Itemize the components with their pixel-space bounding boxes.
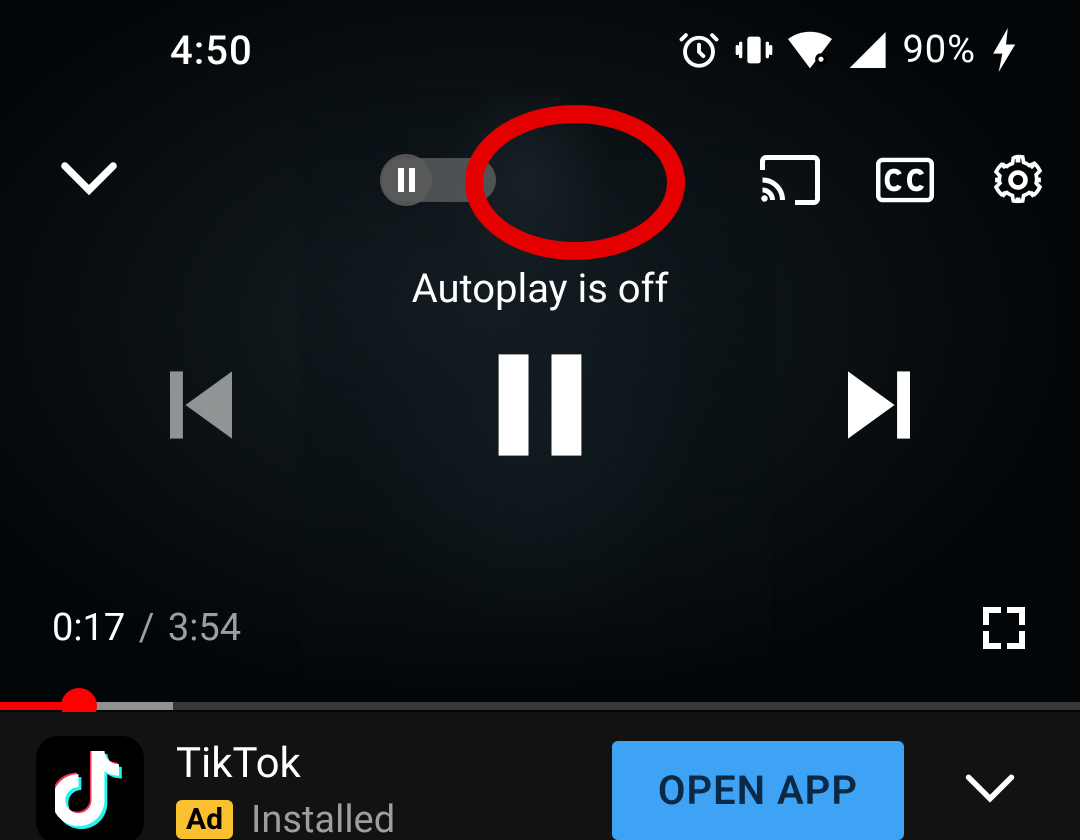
cell-signal-icon: [846, 32, 886, 68]
fullscreen-icon[interactable]: [980, 604, 1028, 652]
status-clock: 4:50: [170, 27, 253, 74]
status-icons: 90%: [678, 28, 1020, 72]
time-current: 0:17: [52, 606, 125, 650]
playback-time: 0:17 / 3:54: [52, 606, 241, 650]
open-app-button[interactable]: OPEN APP: [612, 741, 904, 840]
collapse-icon[interactable]: [60, 160, 118, 196]
battery-percentage: 90%: [902, 28, 976, 72]
time-total: 3:54: [168, 606, 241, 650]
autoplay-toggle-knob: [380, 154, 432, 206]
ad-text: TikTok Ad Installed: [176, 739, 580, 840]
ad-banner: TikTok Ad Installed OPEN APP: [0, 712, 1080, 840]
chevron-down-icon: [964, 773, 1016, 803]
autoplay-toggle[interactable]: [382, 158, 496, 202]
previous-track-button[interactable]: [170, 371, 232, 439]
charging-bolt-icon: [992, 28, 1020, 72]
ad-expand-button[interactable]: [936, 773, 1044, 807]
pause-button[interactable]: [494, 353, 586, 457]
gear-icon[interactable]: [990, 152, 1046, 208]
seek-bar[interactable]: [0, 702, 1080, 710]
time-separator: /: [139, 606, 155, 650]
autoplay-status-label: Autoplay is off: [0, 265, 1080, 312]
alarm-icon: [678, 29, 720, 71]
status-bar: 4:50 90%: [0, 0, 1080, 100]
time-row: 0:17 / 3:54: [0, 604, 1080, 652]
next-track-button[interactable]: [848, 371, 910, 439]
playback-controls: [0, 350, 1080, 460]
tiktok-logo-icon: [55, 751, 125, 829]
ad-badge: Ad: [176, 800, 233, 839]
wifi-icon: [788, 31, 832, 69]
ad-install-status: Installed: [251, 798, 395, 840]
vibrate-icon: [734, 30, 774, 70]
cc-icon[interactable]: [876, 157, 934, 203]
ad-app-name[interactable]: TikTok: [176, 739, 580, 788]
player-top-controls: [0, 150, 1080, 210]
ad-app-icon[interactable]: [36, 736, 144, 840]
cast-icon[interactable]: [760, 155, 820, 205]
